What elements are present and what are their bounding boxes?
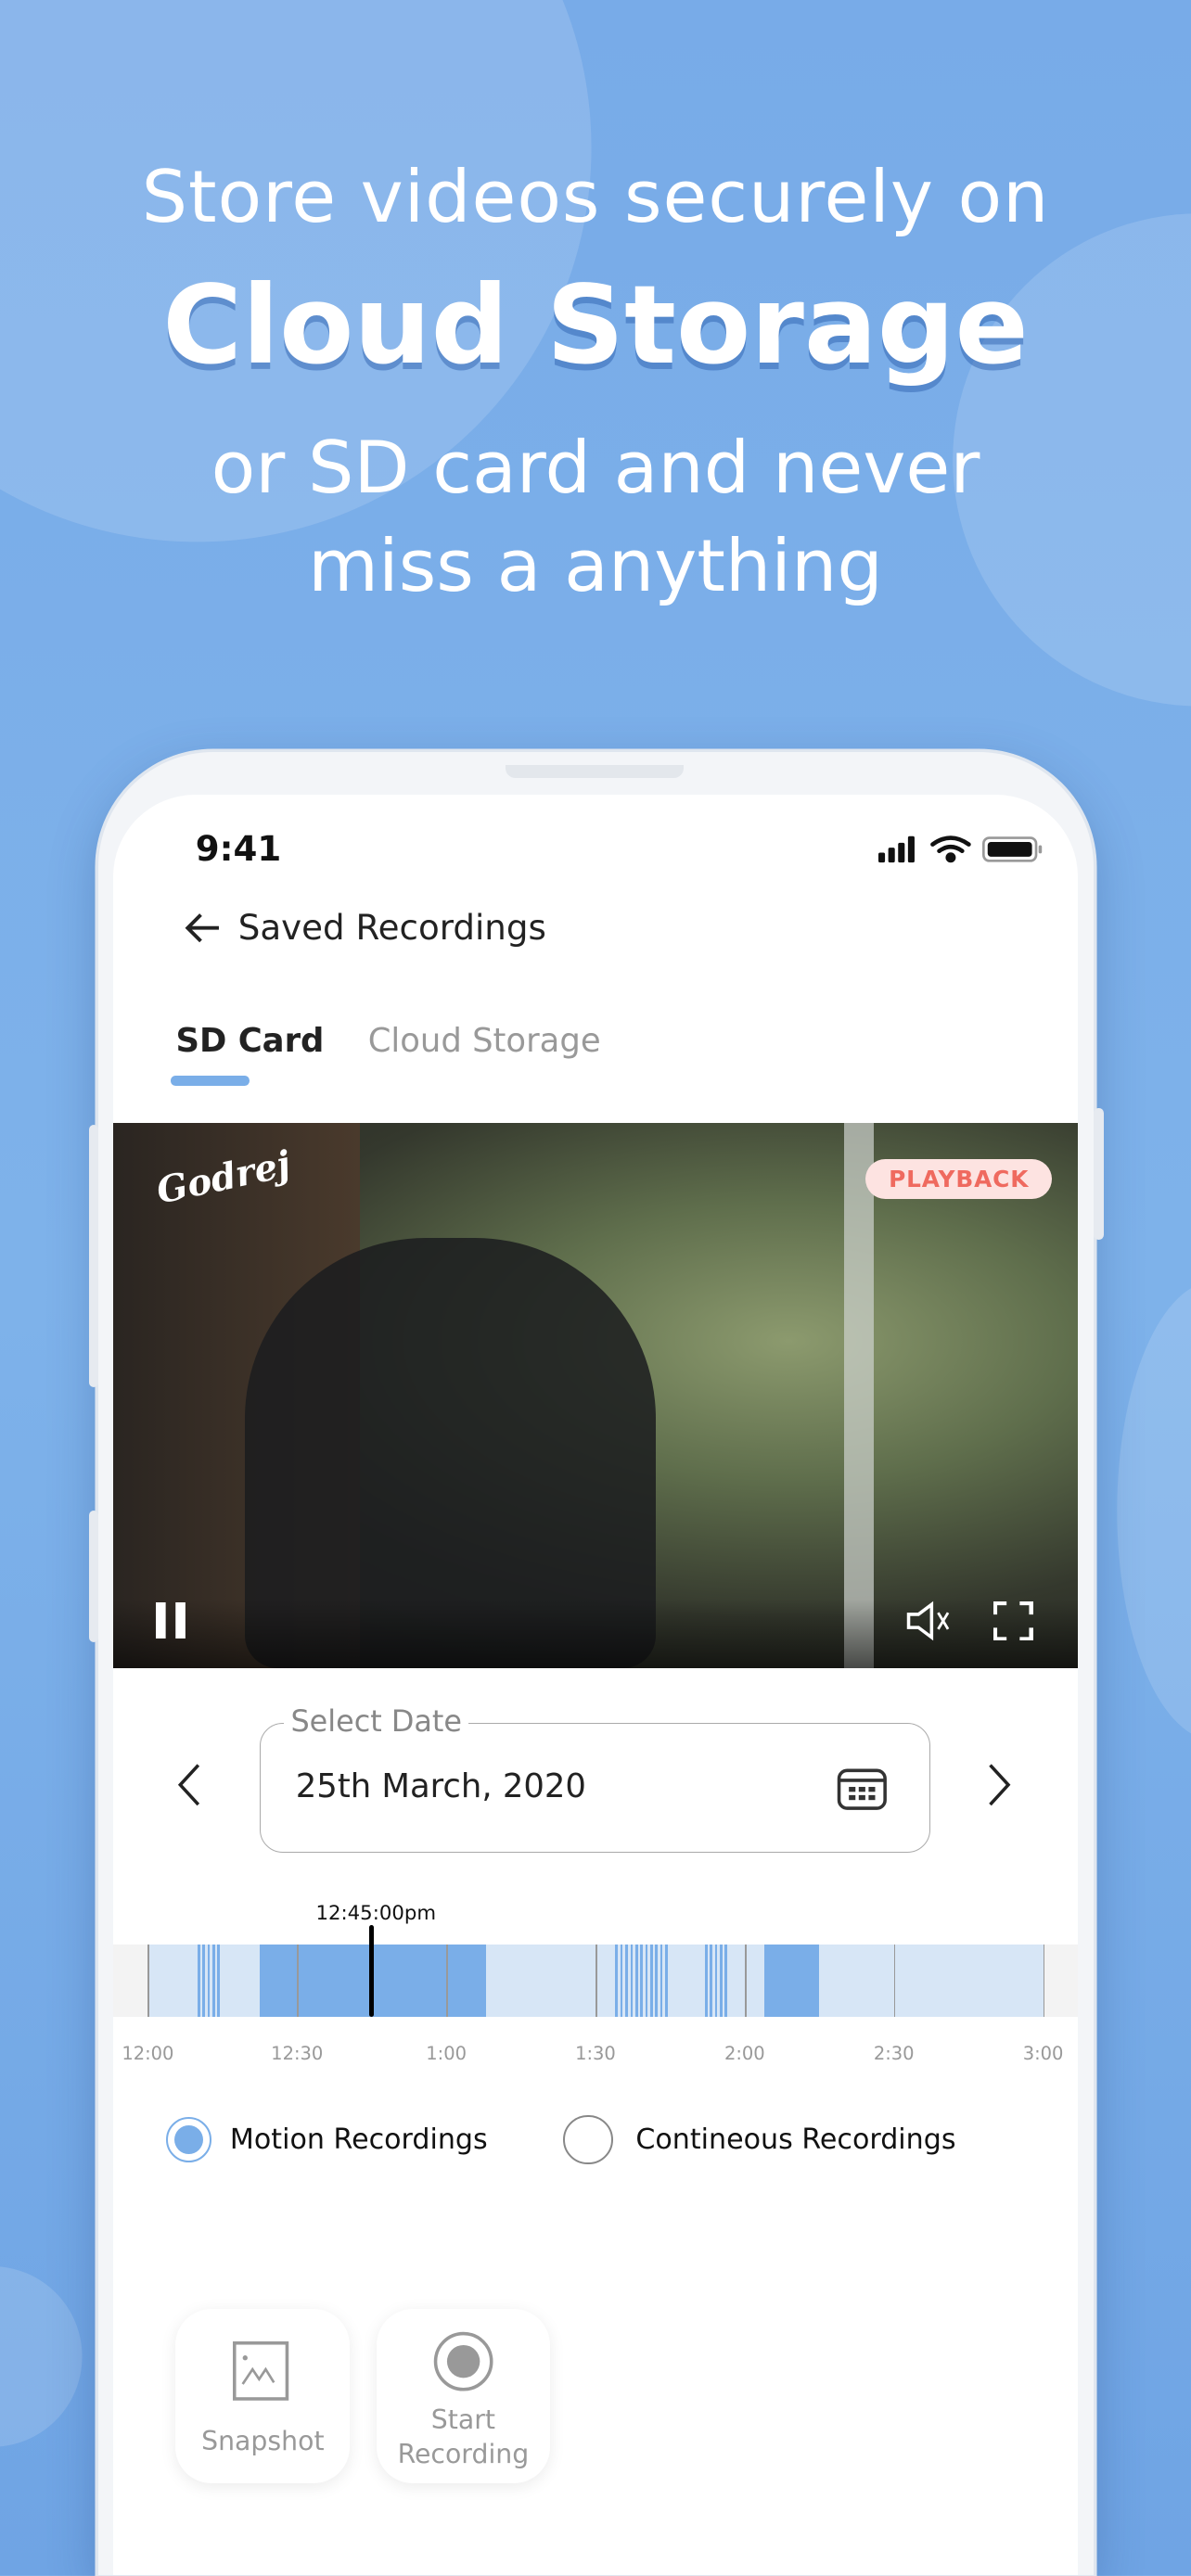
hero-line-3b: miss a anything xyxy=(308,524,883,608)
hero-line-1: Store videos securely on xyxy=(141,156,1050,240)
next-date-icon[interactable] xyxy=(987,1762,1013,1808)
start-recording-label-line1: Start xyxy=(430,2404,495,2435)
hero-line-3a: or SD card and never xyxy=(211,426,980,510)
hero-headline: Cloud Storage xyxy=(162,262,1029,389)
date-field-value: 25th March, 2020 xyxy=(295,1766,586,1805)
motion-recordings-radio[interactable] xyxy=(165,2116,212,2163)
recorded-stripe xyxy=(207,1944,211,2017)
tick-line xyxy=(297,1944,299,2017)
recorded-stripe xyxy=(704,1944,708,2017)
tick-line xyxy=(595,1944,597,2017)
recorded-stripe xyxy=(202,1944,206,2017)
continuous-recordings-label[interactable]: Contineous Recordings xyxy=(635,2123,955,2156)
wifi-icon xyxy=(930,835,972,862)
recorded-stripe xyxy=(625,1944,628,2017)
recorded-segment xyxy=(764,1944,820,2017)
tick-line xyxy=(744,1944,747,2017)
playhead[interactable] xyxy=(369,1924,375,2017)
recorded-stripe xyxy=(217,1944,221,2017)
tick-label: 3:00 xyxy=(1022,2043,1064,2065)
recorded-stripe xyxy=(724,1944,728,2017)
timeline-track[interactable] xyxy=(113,1924,1078,2017)
recorded-stripe xyxy=(665,1944,668,2017)
app-screen: 9:41 Saved Recordings SD Card Cloud Stor… xyxy=(113,795,1078,2575)
tab-cloud-storage[interactable]: Cloud Storage xyxy=(368,1022,601,1060)
recorded-stripe xyxy=(710,1944,712,2017)
phone-side-button xyxy=(1094,1108,1105,1241)
continuous-recordings-radio[interactable] xyxy=(563,2115,613,2165)
pause-icon[interactable] xyxy=(156,1602,188,1639)
tick-label: 2:30 xyxy=(873,2043,915,2065)
hero-line-3: or SD card and never miss a anything xyxy=(0,419,1191,617)
snapshot-button[interactable]: Snapshot xyxy=(175,2309,351,2483)
record-icon xyxy=(433,2331,493,2391)
recorded-stripe xyxy=(720,1944,723,2017)
volume-icon[interactable] xyxy=(905,1600,952,1642)
recorded-stripe xyxy=(630,1944,634,2017)
recorded-stripe xyxy=(645,1944,648,2017)
tick-label: 1:00 xyxy=(426,2043,467,2065)
recorded-stripe xyxy=(655,1944,658,2017)
video-player[interactable]: Godrej PLAYBACK xyxy=(113,1123,1078,1669)
recorded-stripe xyxy=(212,1944,215,2017)
tick-line xyxy=(1043,1944,1045,2017)
recorded-stripe xyxy=(640,1944,643,2017)
motion-recordings-label[interactable]: Motion Recordings xyxy=(230,2123,488,2156)
start-recording-button[interactable]: Start Recording xyxy=(376,2309,551,2483)
tick-label: 12:30 xyxy=(271,2043,324,2065)
tab-sd-card[interactable]: SD Card xyxy=(175,1022,324,1060)
tick-line xyxy=(446,1944,448,2017)
video-window-frame xyxy=(844,1123,875,1669)
playhead-time-label: 12:45:00pm xyxy=(315,1901,437,1925)
date-field-label: Select Date xyxy=(284,1702,469,1739)
playback-badge: PLAYBACK xyxy=(865,1159,1053,1200)
tick-label: 12:00 xyxy=(122,2043,174,2065)
tick-line xyxy=(893,1944,896,2017)
battery-icon xyxy=(982,835,1043,862)
signal-icon xyxy=(878,835,916,862)
decor-bubble xyxy=(0,2266,83,2447)
promo-screen: Store videos securely on Cloud Storage o… xyxy=(0,0,1191,2575)
recorded-stripe xyxy=(198,1944,200,2017)
tick-label: 2:00 xyxy=(724,2043,765,2065)
radio-dot xyxy=(173,2124,204,2155)
calendar-icon[interactable] xyxy=(836,1766,889,1812)
recorded-stripe xyxy=(660,1944,663,2017)
previous-date-icon[interactable] xyxy=(175,1762,201,1808)
status-icons xyxy=(878,835,1043,862)
decor-bubble xyxy=(1117,1288,1191,1734)
recorded-stripe xyxy=(634,1944,638,2017)
fullscreen-icon[interactable] xyxy=(993,1600,1033,1641)
page-title: Saved Recordings xyxy=(237,906,546,948)
status-time: 9:41 xyxy=(195,827,282,869)
recorded-stripe xyxy=(620,1944,623,2017)
recorded-stripe xyxy=(714,1944,718,2017)
image-icon xyxy=(233,2341,289,2402)
phone-side-button xyxy=(88,1125,99,1388)
recorded-stripe xyxy=(649,1944,653,2017)
snapshot-label: Snapshot xyxy=(201,2425,325,2456)
active-tab-indicator xyxy=(171,1075,250,1086)
start-recording-label-line2: Recording xyxy=(397,2439,530,2470)
recorded-stripe xyxy=(615,1944,619,2017)
tick-line xyxy=(147,1944,150,2017)
arrow-left-icon[interactable] xyxy=(183,912,223,944)
tick-label: 1:30 xyxy=(575,2043,616,2065)
phone-notch xyxy=(506,765,684,779)
phone-side-button xyxy=(88,1511,99,1642)
